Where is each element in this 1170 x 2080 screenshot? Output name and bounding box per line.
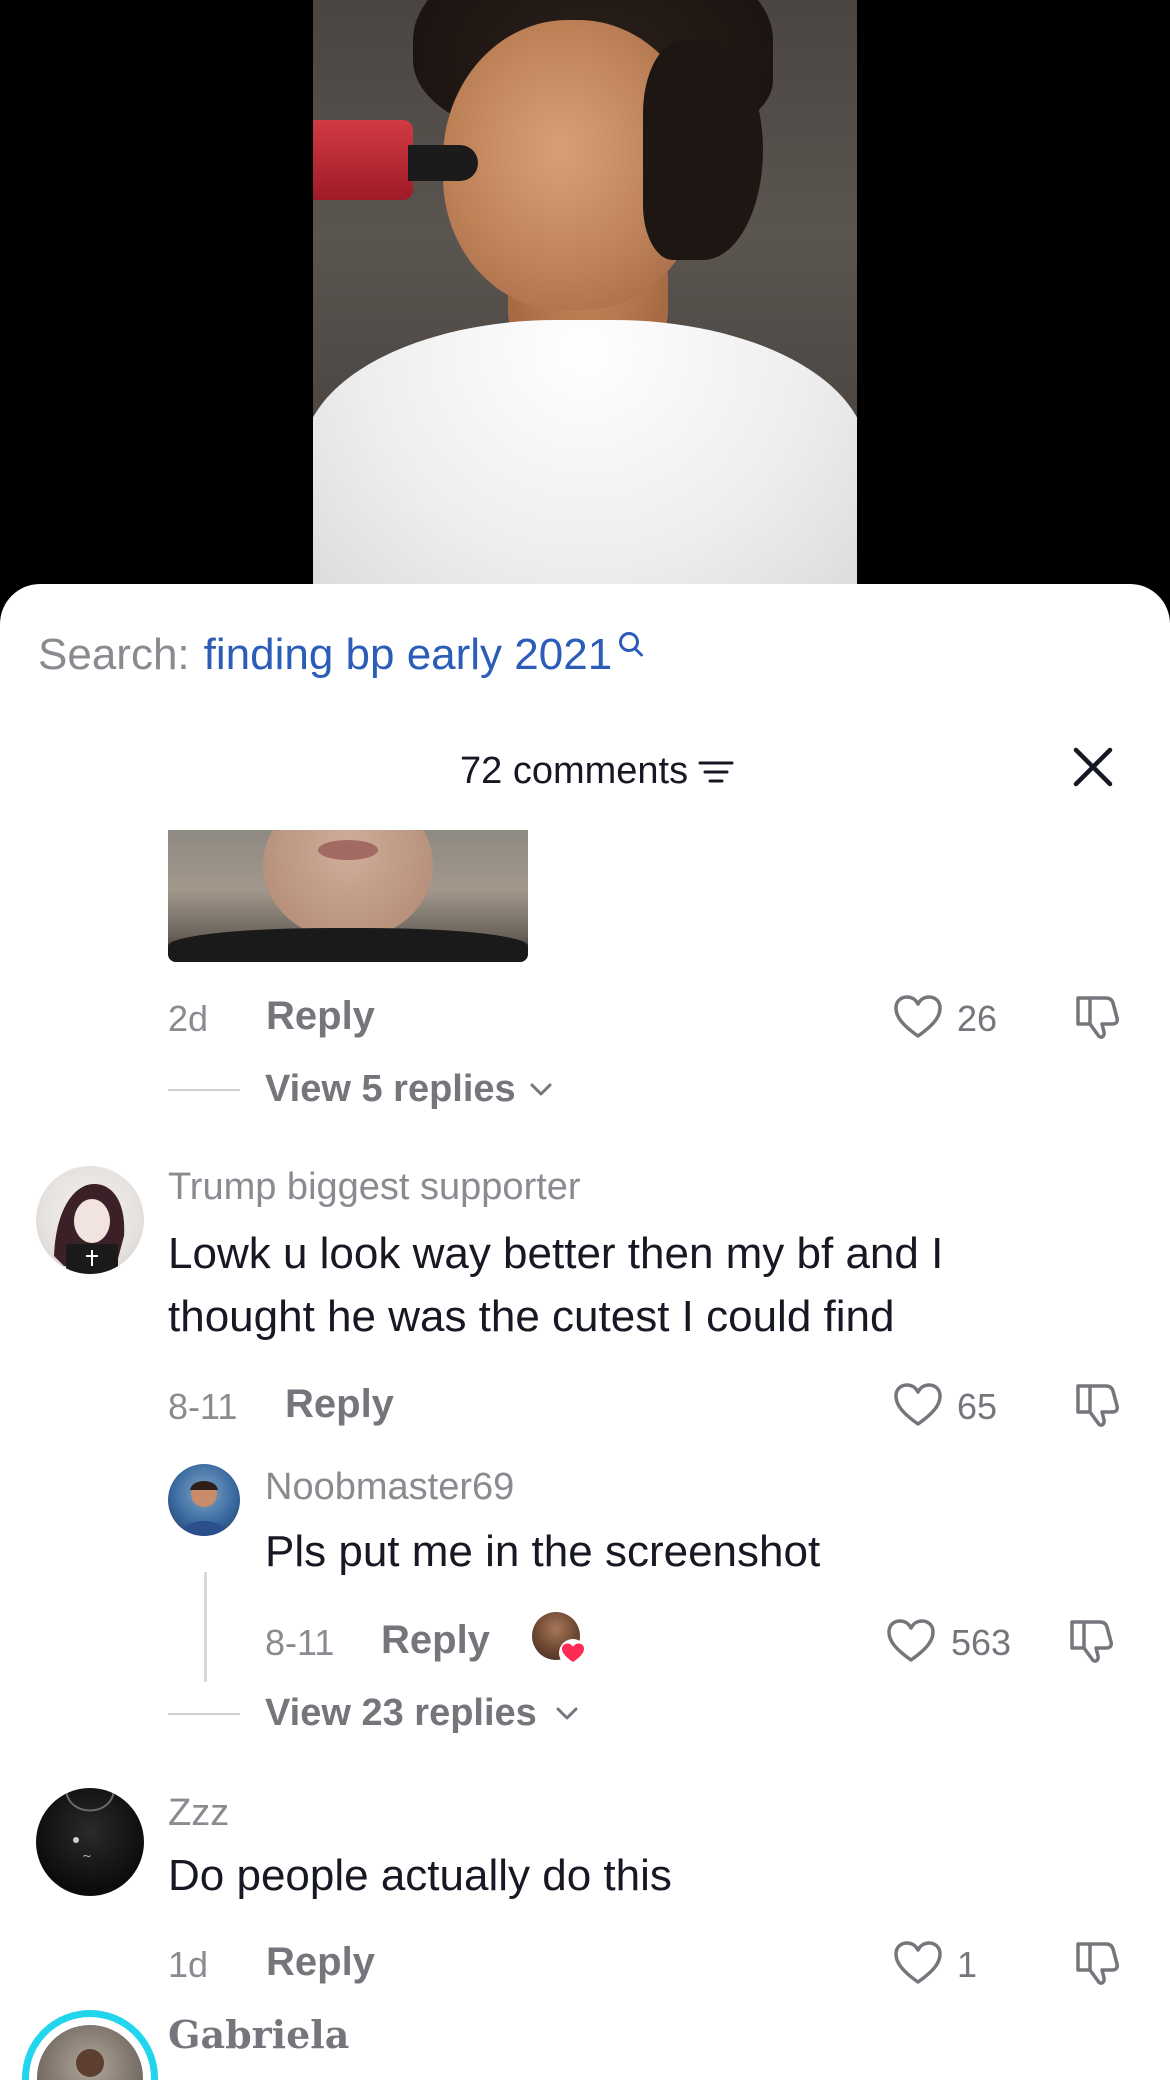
- reply-avatar[interactable]: [168, 1464, 240, 1536]
- creator-liked-badge: [532, 1612, 587, 1667]
- search-query-link[interactable]: finding bp early 2021: [204, 630, 613, 680]
- like-count: 1: [957, 1944, 978, 1985]
- avatar[interactable]: ~: [36, 1788, 144, 1896]
- svg-text:~: ~: [82, 1849, 92, 1863]
- search-label: Search:: [38, 630, 190, 679]
- comment-username[interactable]: Trump biggest supporter: [168, 1166, 581, 1209]
- comments-header: 72 comments: [0, 744, 1170, 804]
- like-count: 26: [957, 998, 998, 1039]
- close-icon[interactable]: [1070, 744, 1116, 790]
- video-player[interactable]: [0, 0, 1170, 600]
- avatar-image: [76, 2049, 104, 2077]
- comment-text: Do people actually do this: [168, 1851, 672, 1900]
- comment-actions: 1d Reply 1: [0, 1936, 1170, 1996]
- reply-time: 8-11: [265, 1622, 335, 1663]
- avatar-story-ring[interactable]: [22, 2010, 158, 2080]
- reply-username[interactable]: Noobmaster69: [265, 1466, 514, 1509]
- comment-time: 2d: [168, 998, 209, 1039]
- comment-time: 1d: [168, 1944, 209, 1985]
- like-count: 563: [951, 1622, 1012, 1663]
- chevron-down-icon: [556, 1707, 578, 1720]
- comment-text: Lowk u look way better then my bf and I …: [168, 1229, 944, 1341]
- avatar[interactable]: [36, 1166, 144, 1274]
- comment-actions: 2d Reply 26: [0, 990, 1170, 1050]
- reply-button[interactable]: Reply: [266, 1940, 375, 1985]
- dislike-icon[interactable]: [1072, 990, 1124, 1042]
- reply-button[interactable]: Reply: [381, 1618, 490, 1663]
- avatar-image: [54, 1184, 125, 1274]
- search-icon[interactable]: [616, 630, 646, 660]
- comments-sheet: Search: finding bp early 2021 72 comment…: [0, 584, 1170, 2080]
- reply-button[interactable]: Reply: [266, 994, 375, 1039]
- dislike-icon[interactable]: [1072, 1936, 1124, 1988]
- sort-filter-icon[interactable]: [696, 757, 736, 787]
- view-replies-label: View 5 replies: [265, 1068, 516, 1110]
- reply-button[interactable]: Reply: [285, 1382, 394, 1427]
- heart-icon[interactable]: [893, 1940, 943, 1986]
- like-count: 65: [957, 1386, 998, 1427]
- reply-text: Pls put me in the screenshot: [265, 1527, 821, 1576]
- comment-username[interactable]: Zzz: [168, 1792, 229, 1835]
- comment-time: 8-11: [168, 1386, 238, 1427]
- view-replies-label: View 23 replies: [265, 1692, 537, 1734]
- comment-count[interactable]: 72 comments: [460, 750, 736, 793]
- chevron-down-icon: [530, 1083, 552, 1096]
- comment-actions: 8-11 Reply 65: [0, 1378, 1170, 1438]
- heart-icon[interactable]: [893, 994, 943, 1040]
- comment-username[interactable]: Gabriela: [168, 2012, 349, 2057]
- dislike-icon[interactable]: [1072, 1378, 1124, 1430]
- avatar-image: [180, 1481, 228, 1536]
- view-replies-button[interactable]: View 23 replies: [0, 1688, 1170, 1738]
- dislike-icon[interactable]: [1066, 1614, 1118, 1666]
- comment-count-label: 72 comments: [460, 750, 689, 792]
- avatar: [37, 2025, 143, 2080]
- avatar-image: ~: [65, 1788, 115, 1863]
- heart-icon[interactable]: [886, 1618, 936, 1664]
- view-replies-button[interactable]: View 5 replies: [0, 1064, 1170, 1114]
- heart-filled-icon: [559, 1639, 587, 1667]
- comment-image-thumbnail[interactable]: [168, 830, 528, 962]
- search-suggestion[interactable]: Search: finding bp early 2021: [38, 630, 646, 680]
- heart-icon[interactable]: [893, 1382, 943, 1428]
- video-frame[interactable]: [313, 0, 857, 584]
